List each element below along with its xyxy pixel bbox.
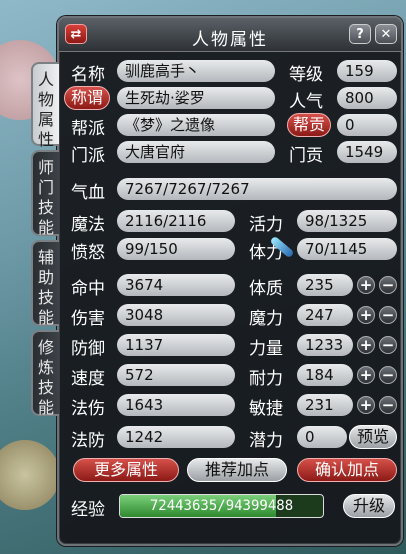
popularity-label: 人气 — [289, 92, 323, 112]
tab-3[interactable]: 辅 助 技 能 — [31, 240, 59, 327]
title-field: 生死劫·娑罗 — [117, 87, 275, 109]
attribute-value: 1233 — [297, 334, 353, 356]
attribute-label: 体质 — [249, 279, 283, 299]
rage-field: 99/150 — [117, 238, 235, 260]
vigor-field: 98/1325 — [297, 210, 397, 232]
minus-button[interactable]: − — [379, 306, 397, 324]
character-attributes-window: ⇄ 人物属性 ? ✕ 名称 驯鹿高手丶 等级 159 称谓 生死劫·娑罗 人气 … — [57, 16, 403, 546]
background-decoration — [0, 440, 60, 510]
hp-field: 7267/7267/7267 — [117, 178, 397, 200]
magic-defense-field: 1242 — [117, 426, 235, 448]
attribute-label: 力量 — [249, 339, 283, 359]
exp-label: 经验 — [71, 500, 105, 520]
stat-label: 命中 — [71, 279, 105, 299]
school-contribution-field: 1549 — [337, 141, 397, 163]
school-label: 门派 — [71, 146, 105, 166]
minus-button[interactable]: − — [379, 396, 397, 414]
preview-button[interactable]: 预览 — [349, 425, 397, 449]
minus-button[interactable]: − — [379, 276, 397, 294]
stat-label: 防御 — [71, 339, 105, 359]
name-field: 驯鹿高手丶 — [117, 60, 275, 82]
school-contribution-label: 门贡 — [289, 146, 323, 166]
stat-value: 1137 — [117, 334, 235, 356]
name-label: 名称 — [71, 65, 105, 85]
tab-4[interactable]: 修 炼 技 能 — [31, 330, 59, 417]
attribute-label: 敏捷 — [249, 399, 283, 419]
minus-button[interactable]: − — [379, 336, 397, 354]
stat-value: 572 — [117, 364, 235, 386]
attribute-value: 247 — [297, 304, 353, 326]
tab-2[interactable]: 师 门 技 能 — [31, 150, 59, 237]
contribution-field: 0 — [337, 114, 397, 136]
exp-bar: 72443635/94399488 — [119, 494, 324, 518]
title-bar[interactable]: ⇄ 人物属性 ? ✕ — [59, 18, 401, 52]
magic-defense-label: 法防 — [71, 431, 105, 451]
popularity-field: 800 — [337, 87, 397, 109]
attribute-label: 耐力 — [249, 369, 283, 389]
close-button[interactable]: ✕ — [375, 24, 397, 44]
school-field: 大唐官府 — [117, 141, 275, 163]
guild-contribution-button[interactable]: 帮贡 — [287, 113, 331, 137]
title-button[interactable]: 称谓 — [64, 86, 110, 110]
mp-label: 魔法 — [71, 215, 105, 235]
potential-label: 潜力 — [249, 431, 283, 451]
tab-1[interactable]: 人 物 属 性 — [31, 62, 59, 149]
attribute-value: 235 — [297, 274, 353, 296]
plus-button[interactable]: + — [357, 276, 375, 294]
more-attributes-button[interactable]: 更多属性 — [73, 458, 179, 482]
minus-button[interactable]: − — [379, 366, 397, 384]
rage-label: 愤怒 — [71, 243, 105, 263]
vigor-label: 活力 — [249, 215, 283, 235]
exp-value: 72443635/94399488 — [149, 498, 294, 514]
help-button[interactable]: ? — [349, 24, 371, 44]
stamina-field: 70/1145 — [297, 238, 397, 260]
recommend-points-button[interactable]: 推荐加点 — [187, 458, 287, 482]
mp-field: 2116/2116 — [117, 210, 235, 232]
stat-value: 3674 — [117, 274, 235, 296]
stat-value: 1643 — [117, 394, 235, 416]
guild-field: 《梦》之遗像 — [117, 114, 275, 136]
level-label: 等级 — [289, 65, 323, 85]
potential-field: 0 — [297, 426, 347, 448]
hp-label: 气血 — [71, 183, 105, 203]
stat-value: 3048 — [117, 304, 235, 326]
stat-label: 法伤 — [71, 399, 105, 419]
stat-label: 伤害 — [71, 309, 105, 329]
level-field: 159 — [337, 60, 397, 82]
plus-button[interactable]: + — [357, 306, 375, 324]
confirm-points-button[interactable]: 确认加点 — [297, 458, 397, 482]
attribute-label: 魔力 — [249, 309, 283, 329]
plus-button[interactable]: + — [357, 396, 375, 414]
plus-button[interactable]: + — [357, 336, 375, 354]
upgrade-button[interactable]: 升级 — [343, 494, 395, 518]
plus-button[interactable]: + — [357, 366, 375, 384]
attribute-value: 231 — [297, 394, 353, 416]
stat-label: 速度 — [71, 369, 105, 389]
attribute-value: 184 — [297, 364, 353, 386]
guild-label: 帮派 — [71, 119, 105, 139]
